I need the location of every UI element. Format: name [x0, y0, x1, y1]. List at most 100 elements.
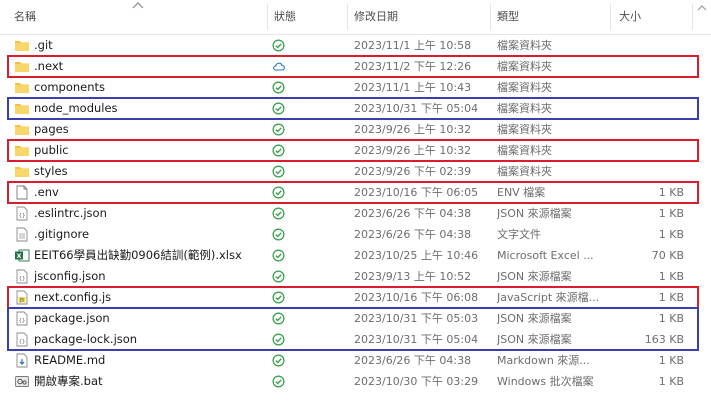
markdown-file-icon [14, 353, 30, 368]
file-modified-date: 2023/10/31 下午 05:04 [354, 333, 479, 346]
file-row[interactable]: .git 2023/11/1 上午 10:58 檔案資料夾 [0, 35, 711, 56]
file-row[interactable]: .gitignore 2023/6/26 下午 04:38 文字文件 1 KB [0, 224, 711, 245]
file-type: JavaScript 來源檔... [497, 291, 600, 304]
file-row[interactable]: {} jsconfig.json 2023/9/13 上午 10:52 JSON 來源… [0, 266, 711, 287]
column-header-status[interactable]: 狀態 [274, 0, 344, 34]
file-type: JSON 來源檔案 [497, 270, 572, 283]
synced-status-icon [272, 249, 285, 262]
json-file-icon: {} [14, 332, 30, 347]
js-file-icon: JS [14, 290, 30, 305]
file-type: 文字文件 [497, 228, 541, 241]
file-size [612, 161, 684, 182]
text-file-icon [14, 227, 30, 242]
file-modified-date: 2023/10/30 下午 03:29 [354, 375, 479, 388]
svg-text:{}: {} [19, 339, 26, 345]
file-modified-date: 2023/11/1 上午 10:58 [354, 39, 472, 52]
file-modified-date: 2023/10/25 上午 10:46 [354, 249, 479, 262]
synced-status-icon [272, 39, 285, 52]
file-name: .eslintrc.json [34, 206, 107, 220]
scroll-up-icon[interactable] [693, 0, 711, 34]
synced-status-icon [272, 333, 285, 346]
file-row[interactable]: public 2023/9/26 上午 10:32 檔案資料夾 [0, 140, 711, 161]
file-type: JSON 來源檔案 [497, 333, 572, 346]
file-row[interactable]: README.md 2023/6/26 下午 04:38 Markdown 來源..… [0, 350, 711, 371]
svg-text:JS: JS [19, 298, 24, 303]
column-header-type[interactable]: 類型 [497, 0, 607, 34]
folder-icon [14, 122, 30, 137]
file-type: 檔案資料夾 [497, 60, 552, 73]
file-name: public [34, 143, 69, 157]
file-name: README.md [34, 353, 106, 367]
file-row[interactable]: .env 2023/10/16 下午 06:05 ENV 檔案 1 KB [0, 182, 711, 203]
folder-icon [14, 101, 30, 116]
file-size [612, 56, 684, 77]
file-row[interactable]: JS next.config.js 2023/10/16 下午 06:08 JavaS… [0, 287, 711, 308]
file-modified-date: 2023/6/26 下午 04:38 [354, 228, 472, 241]
file-type: 檔案資料夾 [497, 165, 552, 178]
file-name: pages [34, 122, 69, 136]
svg-text:{}: {} [19, 213, 26, 219]
file-name: node_modules [34, 101, 118, 115]
file-modified-date: 2023/10/31 下午 05:04 [354, 102, 479, 115]
bat-file-icon [14, 374, 30, 389]
file-name: EEIT66學員出缺勤0906結訓(範例).xlsx [34, 248, 242, 262]
file-name: .next [34, 59, 64, 73]
file-size: 1 KB [658, 186, 684, 199]
file-modified-date: 2023/11/1 上午 10:43 [354, 81, 472, 94]
file-row[interactable]: .next 2023/11/2 下午 12:26 檔案資料夾 [0, 56, 711, 77]
synced-status-icon [272, 354, 285, 367]
synced-status-icon [272, 81, 285, 94]
file-name: components [34, 80, 106, 94]
file-modified-date: 2023/9/26 下午 02:39 [354, 165, 472, 178]
file-name: next.config.js [34, 290, 112, 304]
synced-status-icon [272, 144, 285, 157]
file-row[interactable]: {} package-lock.json 2023/10/31 下午 05:04 JS… [0, 329, 711, 350]
synced-status-icon [272, 207, 285, 220]
column-header-date[interactable]: 修改日期 [354, 0, 484, 34]
column-header-bar: 名稱 狀態 修改日期 類型 大小 [0, 0, 711, 35]
file-type: JSON 來源檔案 [497, 207, 572, 220]
file-row[interactable]: {} .eslintrc.json 2023/6/26 下午 04:38 JSON 來… [0, 203, 711, 224]
file-row[interactable]: X EEIT66學員出缺勤0906結訓(範例).xlsx 2023/10/25 上午… [0, 245, 711, 266]
column-header-name-label: 名稱 [14, 10, 36, 23]
file-type: Markdown 來源... [497, 354, 590, 367]
file-size [612, 119, 684, 140]
file-row[interactable]: pages 2023/9/26 上午 10:32 檔案資料夾 [0, 119, 711, 140]
file-modified-date: 2023/9/26 上午 10:32 [354, 123, 472, 136]
file-row[interactable]: components 2023/11/1 上午 10:43 檔案資料夾 [0, 77, 711, 98]
file-name: package-lock.json [34, 332, 138, 346]
folder-icon [14, 59, 30, 74]
column-divider[interactable] [610, 4, 611, 30]
file-row[interactable]: styles 2023/9/26 下午 02:39 檔案資料夾 [0, 161, 711, 182]
json-file-icon: {} [14, 311, 30, 326]
file-type: ENV 檔案 [497, 186, 546, 199]
file-size: 70 KB [651, 249, 684, 262]
svg-text:X: X [16, 252, 21, 260]
file-row[interactable]: 開啟專案.bat 2023/10/30 下午 03:29 Windows 批次檔案 1… [0, 371, 711, 392]
file-row[interactable]: node_modules 2023/10/31 下午 05:04 檔案資料夾 [0, 98, 711, 119]
json-file-icon: {} [14, 206, 30, 221]
column-divider[interactable] [347, 4, 348, 30]
json-file-icon: {} [14, 269, 30, 284]
file-modified-date: 2023/10/16 下午 06:08 [354, 291, 479, 304]
file-size: 1 KB [658, 207, 684, 220]
synced-status-icon [272, 375, 285, 388]
file-row[interactable]: {} package.json 2023/10/31 下午 05:03 JSON 來源… [0, 308, 711, 329]
column-header-size[interactable]: 大小 [619, 0, 689, 34]
file-type: 檔案資料夾 [497, 39, 552, 52]
cloud-status-icon [272, 60, 285, 73]
synced-status-icon [272, 291, 285, 304]
file-modified-date: 2023/6/26 下午 04:38 [354, 207, 472, 220]
column-header-size-label: 大小 [619, 10, 641, 23]
file-size [612, 98, 684, 119]
file-size: 1 KB [658, 291, 684, 304]
column-divider[interactable] [267, 4, 268, 30]
folder-icon [14, 80, 30, 95]
file-size: 1 KB [658, 354, 684, 367]
blank-file-icon [14, 185, 30, 200]
excel-file-icon: X [14, 248, 30, 263]
column-divider[interactable] [490, 4, 491, 30]
file-size [612, 140, 684, 161]
file-name: styles [34, 164, 68, 178]
file-modified-date: 2023/9/26 上午 10:32 [354, 144, 472, 157]
